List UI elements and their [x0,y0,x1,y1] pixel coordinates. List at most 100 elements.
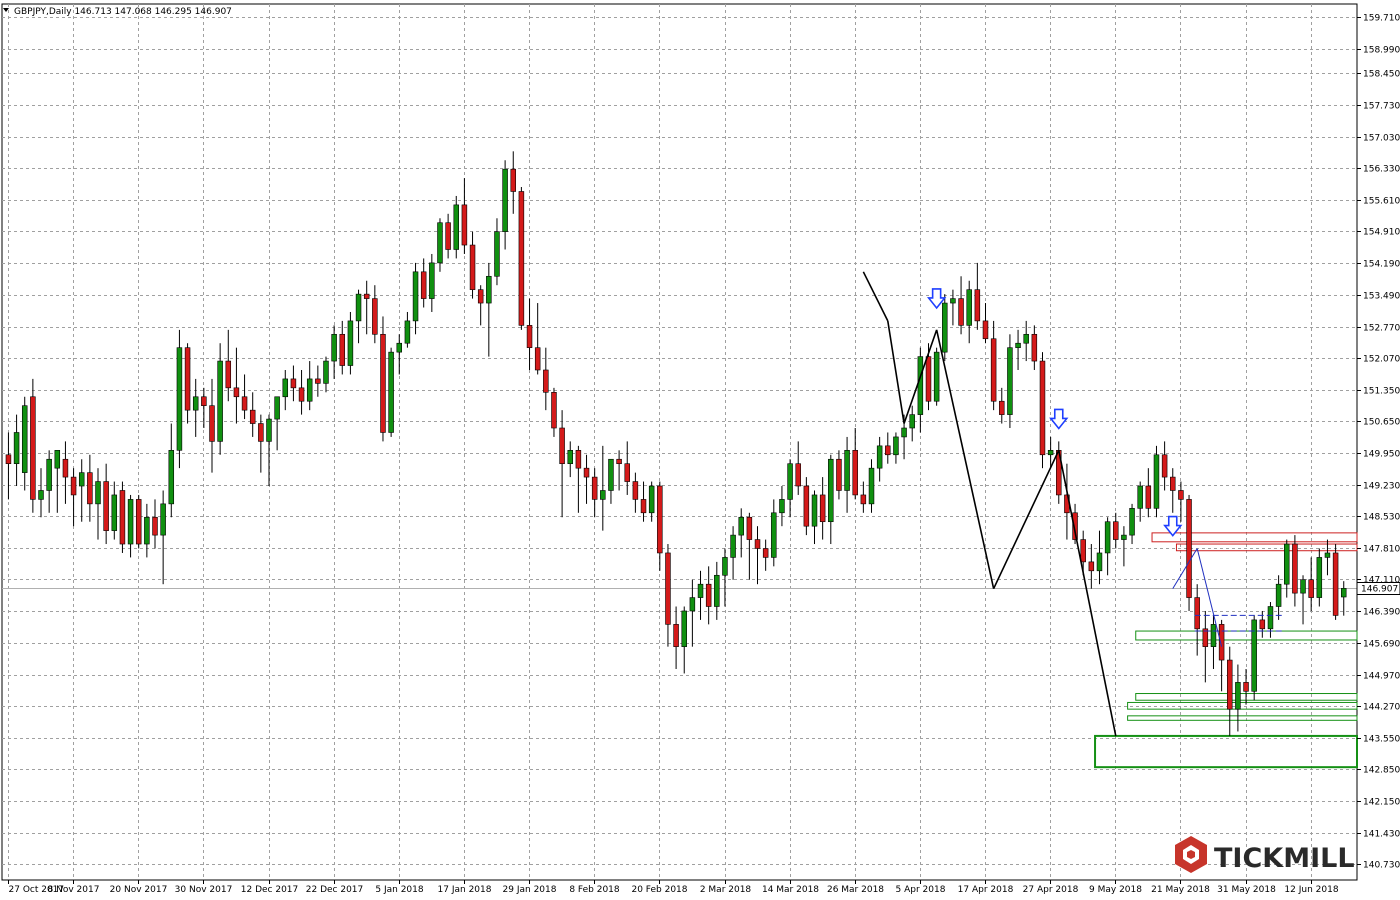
candle [135,494,142,549]
candle-body [1243,682,1249,692]
candle-body [1129,508,1135,536]
y-tick-label: 154.190 [1363,260,1400,270]
candle [1251,615,1257,701]
candle-body [78,472,85,487]
x-tick-label: 5 Jan 2018 [375,885,423,895]
candle-body [453,204,459,250]
x-tick-label: 5 Apr 2018 [896,885,946,895]
candle-body [1113,521,1119,540]
candle-body [404,320,411,344]
candle [1153,445,1160,518]
candle-body [746,516,753,540]
candle-body [54,450,61,469]
candle-body [502,168,508,232]
candle-body [689,597,696,612]
y-tick-label: 152.070 [1363,355,1400,365]
y-tick-label: 154.910 [1363,228,1400,238]
candle [388,347,394,437]
candle-body [217,360,223,442]
candle-body [591,476,598,500]
y-tick-label: 157.030 [1363,134,1400,144]
candle-body [1088,561,1095,572]
y-tick-label: 150.650 [1363,418,1400,428]
candlestick-chart[interactable]: 146.907 159.710 158.990 158.450 157.730 157.… [0,0,1400,900]
candle-body [111,494,118,531]
candle-body [176,347,183,451]
candle-body [567,450,573,465]
candle-body [1267,606,1274,630]
candle-body [616,458,622,465]
candle [933,347,940,406]
y-tick-label: 151.350 [1363,387,1400,397]
current-price-tag: 146.907 [1361,585,1398,595]
candle-body [730,534,736,558]
candle-body [380,333,386,433]
candle-body [958,298,964,326]
candle-body [1284,543,1290,585]
candle-body [274,396,280,420]
candle [453,195,459,259]
candle-body [1316,557,1323,598]
candle-body [583,467,590,478]
x-tick-label: 12 Dec 2017 [241,885,299,895]
candle-body [1015,342,1021,348]
chart-background [0,0,1400,900]
candle-body [30,396,36,500]
candle-body [966,289,972,326]
y-tick-label: 153.490 [1363,292,1400,302]
candle-body [754,539,761,549]
candle-body [1227,659,1233,710]
candle-body [738,516,744,536]
candle-body [396,342,403,353]
y-tick-label: 149.950 [1363,450,1400,460]
candle-body [665,552,671,625]
candle-body [657,485,663,554]
candle-body [282,378,289,398]
candle-body [323,360,329,384]
candle-body [999,400,1005,415]
candle-body [510,168,516,192]
candle-body [469,244,476,290]
x-tick-label: 8 Nov 2017 [48,885,100,895]
candle-body [192,396,199,411]
candle-body [697,583,704,598]
candle-body [233,387,240,398]
candle-body [152,516,158,536]
candle-body [1194,597,1200,630]
candle-body [1023,333,1029,344]
candle-body [437,222,443,264]
candle [518,187,525,330]
candle-body [1153,454,1160,509]
candle-body [771,512,777,558]
candle-body [21,405,28,473]
candle-body [518,191,525,326]
candle-body [429,262,435,299]
candle-body [543,369,549,393]
candle-body [355,293,362,322]
candle-body [526,325,533,348]
candle-body [1161,454,1168,478]
candle-body [787,463,793,500]
candle-body [38,490,44,500]
candle-body [722,557,728,576]
candle-body [258,423,264,442]
candle-body [1300,579,1306,594]
x-tick-label: 21 May 2018 [1151,885,1210,895]
y-tick-label: 146.390 [1363,608,1400,618]
candle-body [225,360,232,389]
candle-body [762,548,769,558]
y-tick-label: 147.110 [1363,576,1400,586]
candle-body [705,583,712,607]
x-tick-label: 2 Mar 2018 [700,885,752,895]
candle-body [575,450,582,469]
candle-body [347,320,354,366]
candle-body [1096,552,1103,572]
candle-body [640,499,647,514]
candle-body [1186,499,1192,598]
candle-body [600,490,606,500]
candle-body [266,418,272,442]
candle-body [1031,333,1038,362]
candle-body [331,333,337,362]
candle-body [933,351,940,402]
candle [347,311,354,375]
